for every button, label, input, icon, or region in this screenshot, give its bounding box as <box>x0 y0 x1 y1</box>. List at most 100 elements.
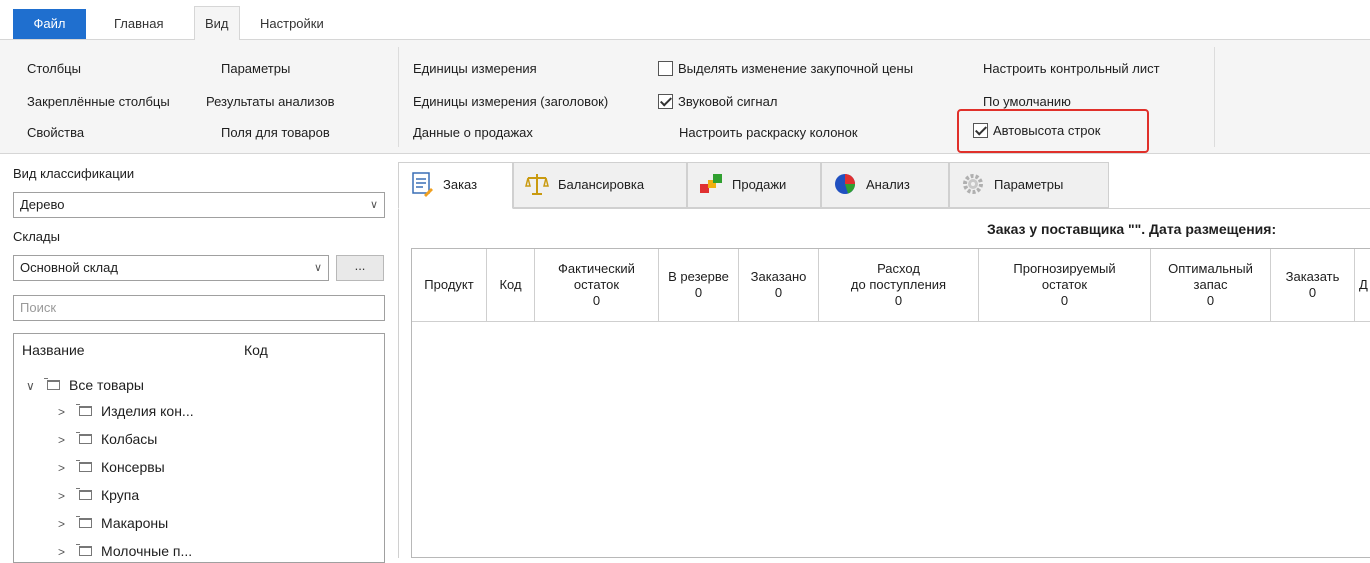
warehouse-select[interactable]: Основной склад ∨ <box>13 255 329 281</box>
parameters-button[interactable]: Параметры <box>221 59 290 79</box>
tree-root[interactable]: ∨ Все товары <box>26 372 144 398</box>
chevron-right-icon[interactable]: > <box>58 399 76 425</box>
chevron-down-icon[interactable]: ∨ <box>26 373 44 399</box>
col-forecast-stock[interactable]: Прогнозируемый остаток 0 <box>979 249 1151 322</box>
tree-item-label: Колбасы <box>101 431 158 447</box>
col-ordered[interactable]: Заказано 0 <box>739 249 819 322</box>
col-label-2: остаток <box>1041 277 1088 292</box>
order-grid[interactable]: Продукт Код Фактический остаток 0 В резе… <box>411 248 1370 558</box>
tab-settings[interactable]: Настройки <box>250 8 334 40</box>
col-total: 0 <box>1060 293 1069 308</box>
col-actual-stock[interactable]: Фактический остаток 0 <box>535 249 659 322</box>
tree-item[interactable]: > Макароны <box>58 510 168 536</box>
properties-button[interactable]: Свойства <box>27 123 84 143</box>
tab-analysis[interactable]: Анализ <box>821 162 949 208</box>
units-button[interactable]: Единицы измерения <box>413 59 537 79</box>
analysis-results-button[interactable]: Результаты анализов <box>206 92 335 112</box>
ribbon-tabbar: Файл Главная Вид Настройки <box>0 0 1370 40</box>
col-total: 0 <box>1206 293 1215 308</box>
col-label-2: запас <box>1193 277 1228 292</box>
cart-icon <box>44 378 60 392</box>
col-label: Код <box>499 277 522 292</box>
tree-item[interactable]: > Колбасы <box>58 426 157 452</box>
cart-icon <box>76 488 92 502</box>
tab-balancing-label: Балансировка <box>558 177 645 192</box>
tab-parameters-label: Параметры <box>994 177 1064 192</box>
col-label: Прогнозируемый <box>1013 261 1116 276</box>
warehouses-label: Склады <box>13 229 60 244</box>
col-code[interactable]: Код <box>487 249 535 322</box>
tab-home[interactable]: Главная <box>104 8 173 40</box>
col-product[interactable]: Продукт <box>412 249 487 322</box>
tab-parameters[interactable]: Параметры <box>949 162 1109 208</box>
gear-icon <box>960 171 986 197</box>
sound-signal-checkbox[interactable]: Звуковой сигнал <box>658 92 777 112</box>
tree-col-name[interactable]: Название <box>22 342 85 358</box>
column-coloring-button[interactable]: Настроить раскраску колонок <box>679 123 858 143</box>
classification-select[interactable]: Дерево ∨ <box>13 192 385 218</box>
highlight-frame <box>957 109 1149 153</box>
frozen-columns-button[interactable]: Закреплённые столбцы <box>27 92 170 112</box>
sales-cubes-icon <box>698 171 724 197</box>
cart-icon <box>76 544 92 558</box>
tree-item[interactable]: > Консервы <box>58 454 165 480</box>
ribbon-separator <box>1214 47 1215 147</box>
tab-analysis-label: Анализ <box>866 177 910 192</box>
order-document-icon <box>409 171 435 197</box>
units-header-button[interactable]: Единицы измерения (заголовок) <box>413 92 608 112</box>
col-total: 0 <box>592 293 601 308</box>
col-total: 0 <box>1308 285 1317 300</box>
warehouse-value: Основной склад <box>20 260 118 275</box>
col-consumption[interactable]: Расход до поступления 0 <box>819 249 979 322</box>
cart-icon <box>76 516 92 530</box>
col-optimal-stock[interactable]: Оптимальный запас 0 <box>1151 249 1271 322</box>
tab-order-label: Заказ <box>443 177 478 192</box>
col-label: Д <box>1359 277 1368 292</box>
order-title: Заказ у поставщика "". Дата размещения: <box>987 221 1277 237</box>
cart-icon <box>76 404 92 418</box>
highlight-price-checkbox[interactable]: Выделять изменение закупочной цены <box>658 59 913 79</box>
tab-file[interactable]: Файл <box>13 9 86 39</box>
tree-item[interactable]: > Крупа <box>58 482 139 508</box>
col-total: 0 <box>894 293 903 308</box>
classification-label: Вид классификации <box>13 166 135 181</box>
tree-item-label: Крупа <box>101 487 140 503</box>
pie-chart-icon <box>832 171 858 197</box>
tree-item[interactable]: > Молочные п... <box>58 538 193 562</box>
chevron-right-icon[interactable]: > <box>58 539 76 562</box>
chevron-right-icon[interactable]: > <box>58 483 76 509</box>
col-total: 0 <box>694 285 703 300</box>
tab-view[interactable]: Вид <box>194 6 240 40</box>
chevron-right-icon[interactable]: > <box>58 427 76 453</box>
warehouse-more-button[interactable]: ... <box>336 255 384 281</box>
tab-sales-label: Продажи <box>732 177 787 192</box>
col-label-2: остаток <box>573 277 620 292</box>
col-label: Заказать <box>1285 269 1340 284</box>
sales-data-button[interactable]: Данные о продажах <box>413 123 533 143</box>
col-label: Оптимальный <box>1168 261 1253 276</box>
col-reserve[interactable]: В резерве 0 <box>659 249 739 322</box>
product-fields-button[interactable]: Поля для товаров <box>221 123 330 143</box>
col-label: Продукт <box>424 277 474 292</box>
tree-item[interactable]: > Изделия кон... <box>58 398 194 424</box>
col-label: Заказано <box>750 269 807 284</box>
ribbon-separator <box>398 47 399 147</box>
scales-icon <box>524 171 550 197</box>
tab-balancing[interactable]: Балансировка <box>513 162 687 208</box>
tree-col-code[interactable]: Код <box>244 342 268 358</box>
col-to-order[interactable]: Заказать 0 <box>1271 249 1355 322</box>
chevron-right-icon[interactable]: > <box>58 511 76 537</box>
tree-item-label: Молочные п... <box>101 543 193 559</box>
highlight-price-label: Выделять изменение закупочной цены <box>678 61 914 76</box>
checklist-button[interactable]: Настроить контрольный лист <box>983 59 1160 79</box>
tab-order[interactable]: Заказ <box>398 162 513 209</box>
search-input[interactable]: Поиск <box>13 295 385 321</box>
product-tree[interactable]: Название Код ∨ Все товары > Изделия кон...… <box>13 333 385 563</box>
checkbox-icon <box>658 61 673 76</box>
columns-button[interactable]: Столбцы <box>27 59 81 79</box>
col-truncated[interactable]: Д <box>1355 249 1370 322</box>
chevron-right-icon[interactable]: > <box>58 455 76 481</box>
col-label-2: до поступления <box>850 277 947 292</box>
tab-sales[interactable]: Продажи <box>687 162 821 208</box>
sound-signal-label: Звуковой сигнал <box>678 94 778 109</box>
